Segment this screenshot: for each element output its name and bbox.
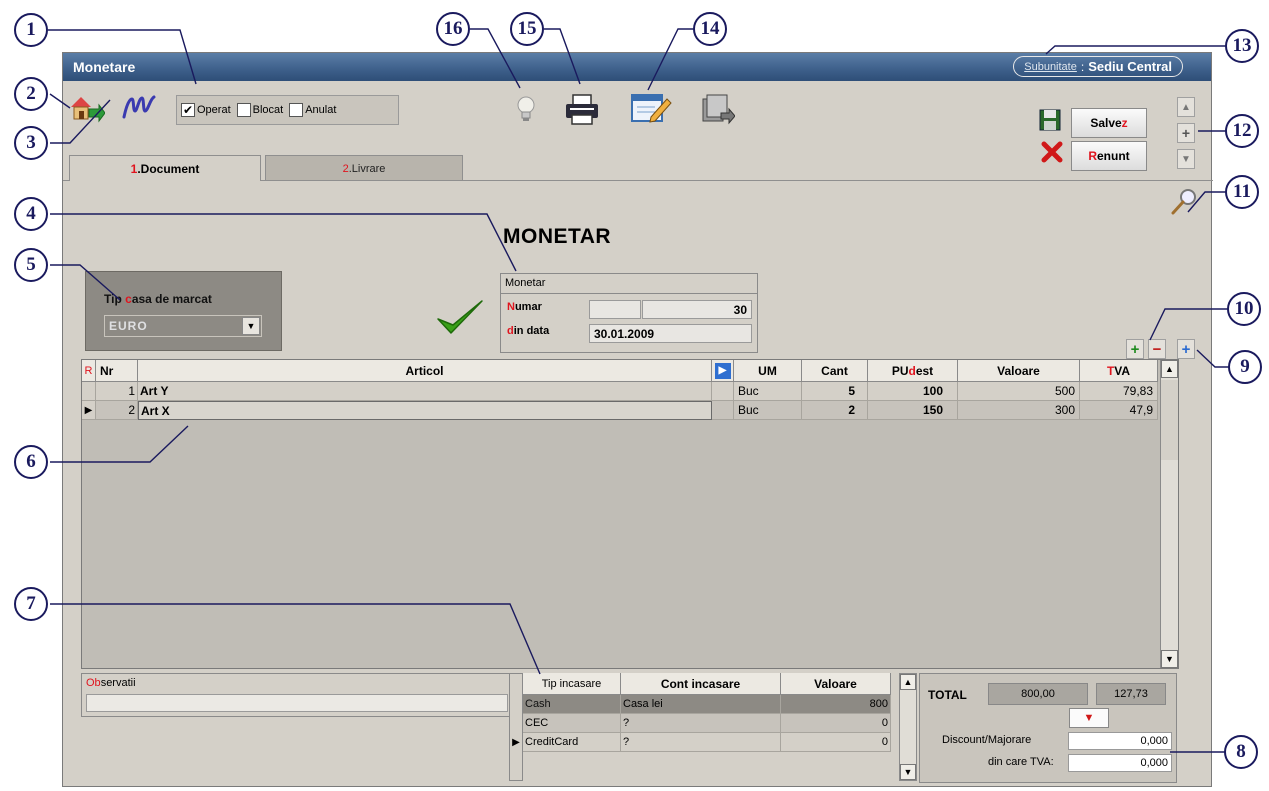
callout-12: 12 [1225,114,1259,148]
callout-leaders [48,28,1230,753]
callout-5: 5 [14,248,48,282]
callout-9: 9 [1228,350,1262,384]
tab-document-label: .Document [137,161,200,176]
callout-1: 1 [14,13,48,47]
callout-15: 15 [510,12,544,46]
callout-2: 2 [14,77,48,111]
callout-10: 10 [1227,292,1261,326]
callout-14: 14 [693,12,727,46]
callout-11: 11 [1225,175,1259,209]
callout-8: 8 [1224,735,1258,769]
callout-4: 4 [14,197,48,231]
tab-document[interactable]: 1 .Document [69,155,261,181]
callout-13: 13 [1225,29,1259,63]
callout-7: 7 [14,587,48,621]
callout-16: 16 [436,12,470,46]
tab-document-number: 1 [130,161,138,176]
callout-3: 3 [14,126,48,160]
callout-6: 6 [14,445,48,479]
